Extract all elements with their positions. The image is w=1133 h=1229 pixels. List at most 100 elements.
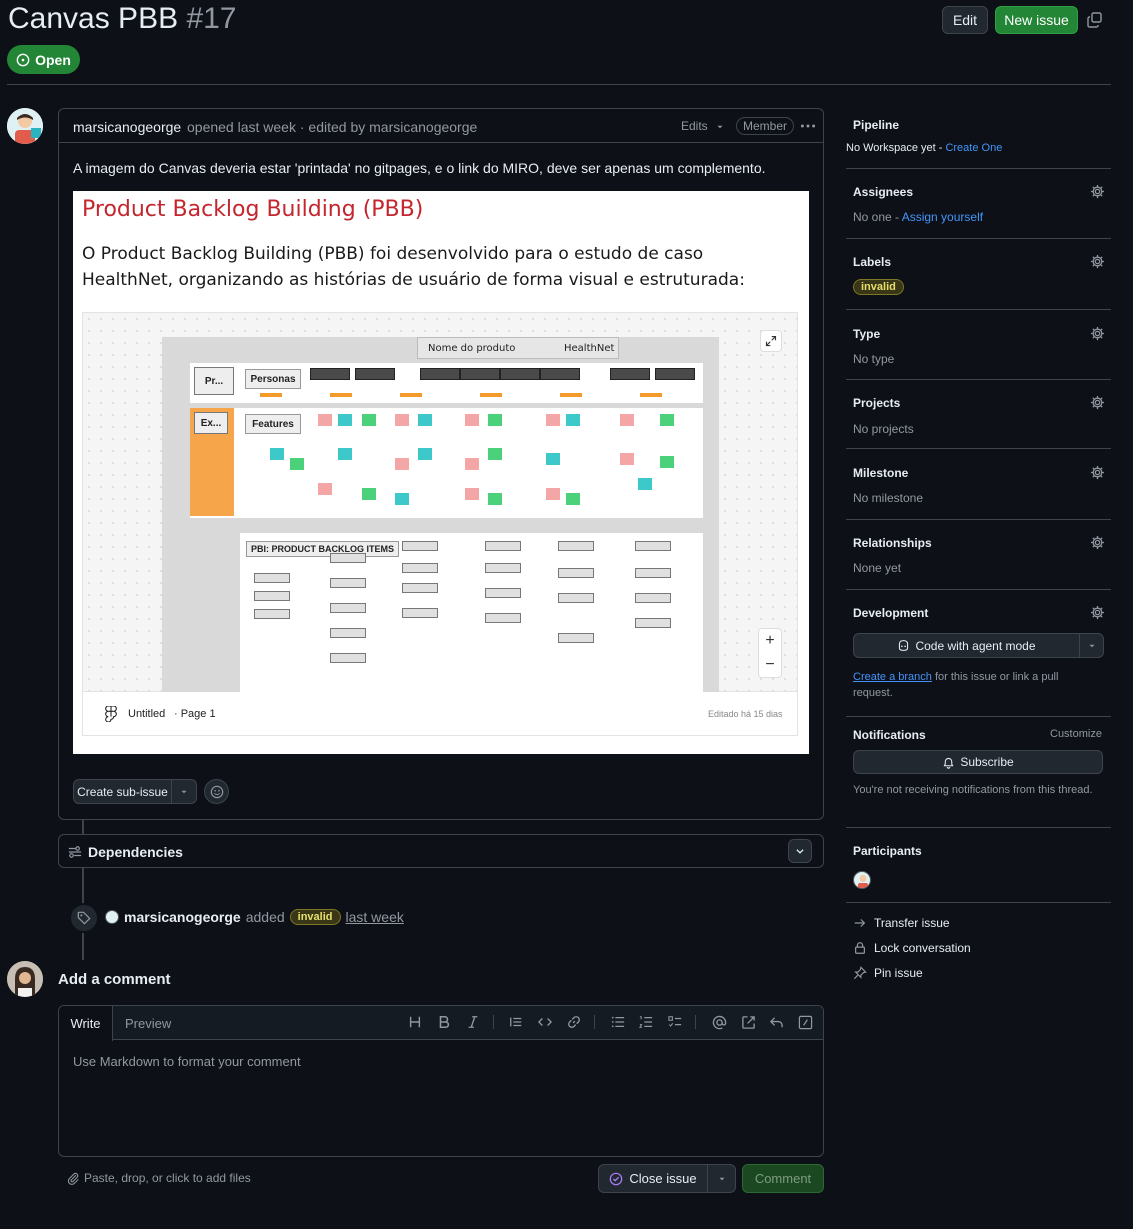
gear-icon[interactable] (1090, 395, 1108, 413)
bold-icon[interactable] (434, 1012, 454, 1032)
board-canvas: Nome do produto HealthNet Pr... Personas (162, 337, 719, 693)
new-issue-button[interactable]: New issue (995, 6, 1078, 34)
sticky-note (546, 453, 560, 465)
chevron-down-icon[interactable] (172, 780, 196, 803)
section-features-label: Features (252, 418, 294, 430)
zoom-controls: + − (758, 628, 782, 678)
milestone-title[interactable]: Milestone (853, 466, 908, 480)
cross-reference-icon[interactable] (738, 1012, 758, 1032)
code-icon[interactable] (535, 1012, 555, 1032)
chevron-down-icon[interactable] (708, 1165, 735, 1192)
board-frame[interactable]: Nome do produto HealthNet Pr... Personas (82, 312, 798, 693)
tab-write[interactable]: Write (59, 1006, 113, 1041)
timeline-label[interactable]: invalid (289, 909, 341, 925)
edit-button[interactable]: Edit (942, 6, 988, 34)
customize-link[interactable]: Customize (1050, 728, 1102, 740)
zoom-in-button[interactable]: + (759, 629, 781, 653)
kebab-menu-icon[interactable] (799, 117, 817, 135)
pbi-card (635, 618, 671, 628)
tab-preview[interactable]: Preview (125, 1016, 171, 1031)
section-features: Features (245, 414, 301, 434)
lock-conversation-link[interactable]: Lock conversation (853, 941, 971, 955)
gear-icon[interactable] (1090, 465, 1108, 483)
comment-textarea[interactable]: Use Markdown to format your comment (73, 1054, 301, 1069)
projects-title[interactable]: Projects (853, 396, 900, 410)
ordered-list-icon[interactable] (636, 1012, 656, 1032)
dependencies-panel[interactable]: Dependencies (58, 834, 824, 868)
transfer-issue-link[interactable]: Transfer issue (853, 916, 950, 930)
label-invalid[interactable]: invalid (853, 279, 904, 295)
sidebar-divider (846, 309, 1111, 310)
subscribe-label: Subscribe (960, 755, 1014, 769)
embedded-screenshot[interactable]: Product Backlog Building (PBB) O Product… (73, 191, 809, 754)
gear-icon[interactable] (1090, 254, 1108, 272)
assignees-title[interactable]: Assignees (853, 185, 913, 199)
heading-icon[interactable] (405, 1012, 425, 1032)
slash-commands-icon[interactable] (795, 1012, 815, 1032)
sticky-note (620, 453, 634, 465)
edits-dropdown[interactable]: Edits (681, 119, 725, 133)
actor-avatar[interactable] (105, 910, 119, 924)
add-reaction-button[interactable] (204, 779, 229, 804)
pbi-row: PBI: PRODUCT BACKLOG ITEMS (240, 533, 703, 693)
unordered-list-icon[interactable] (608, 1012, 628, 1032)
persona-tag (330, 393, 352, 397)
section-pr-label: Pr... (204, 375, 224, 387)
mention-icon[interactable] (709, 1012, 729, 1032)
sidebar-divider (846, 589, 1111, 590)
create-branch-link[interactable]: Create a branch (853, 671, 932, 683)
projects-value: No projects (853, 422, 914, 436)
dependencies-icon (68, 846, 82, 858)
subscribe-button[interactable]: Subscribe (853, 750, 1103, 774)
expand-icon[interactable] (760, 330, 782, 352)
sidebar-divider (846, 519, 1111, 520)
gear-icon[interactable] (1090, 535, 1108, 553)
zoom-out-button[interactable]: − (759, 653, 781, 677)
development-title[interactable]: Development (853, 606, 928, 620)
dependencies-toggle[interactable] (788, 839, 812, 863)
reply-icon[interactable] (766, 1012, 786, 1032)
type-title[interactable]: Type (853, 327, 880, 341)
italic-icon[interactable] (463, 1012, 483, 1032)
code-with-agent-button[interactable]: Code with agent mode (854, 634, 1080, 657)
quote-icon[interactable] (506, 1012, 526, 1032)
task-list-icon[interactable] (665, 1012, 685, 1032)
sticky-note (395, 414, 409, 426)
timeline-actor[interactable]: marsicanogeorge (124, 909, 241, 925)
section-ex: Ex... (194, 412, 228, 434)
create-sub-issue-button[interactable]: Create sub-issue (74, 780, 172, 803)
close-issue-button[interactable]: Close issue (599, 1165, 708, 1192)
notifications-note: You're not receiving notifications from … (853, 784, 1093, 796)
chevron-down-icon[interactable] (1080, 634, 1103, 657)
participant-avatar[interactable] (853, 871, 871, 889)
comment-button[interactable]: Comment (742, 1164, 824, 1193)
pin-icon (853, 966, 867, 980)
assign-yourself-link[interactable]: Assign yourself (902, 210, 983, 224)
pbi-card (635, 593, 671, 603)
bell-icon (943, 757, 954, 769)
pin-issue-link[interactable]: Pin issue (853, 966, 923, 980)
gear-icon[interactable] (1090, 326, 1108, 344)
author-avatar[interactable] (7, 108, 43, 144)
pbi-card (402, 541, 438, 551)
sticky-note (362, 488, 376, 500)
page-name: · Page 1 (174, 708, 216, 720)
gear-icon[interactable] (1090, 184, 1108, 202)
gear-icon[interactable] (1090, 605, 1108, 623)
create-sub-issue-group: Create sub-issue (73, 779, 197, 804)
create-workspace-link[interactable]: Create One (945, 142, 1002, 154)
relationships-title[interactable]: Relationships (853, 536, 932, 550)
create-branch-text: Create a branch for this issue or link a… (853, 669, 1098, 701)
link-icon[interactable] (564, 1012, 584, 1032)
comment-author[interactable]: marsicanogeorge (73, 119, 181, 135)
labels-title[interactable]: Labels (853, 255, 891, 269)
timeline-when[interactable]: last week (346, 909, 404, 925)
current-user-avatar[interactable] (7, 961, 43, 997)
close-issue-label: Close issue (629, 1171, 697, 1186)
agent-mode-group: Code with agent mode (853, 633, 1104, 658)
copy-link-icon[interactable] (1087, 11, 1105, 29)
section-pbi-label: PBI: PRODUCT BACKLOG ITEMS (251, 544, 394, 554)
sticky-note (465, 414, 479, 426)
attach-files[interactable]: Paste, drop, or click to add files (67, 1171, 251, 1185)
persona-card (310, 368, 350, 380)
